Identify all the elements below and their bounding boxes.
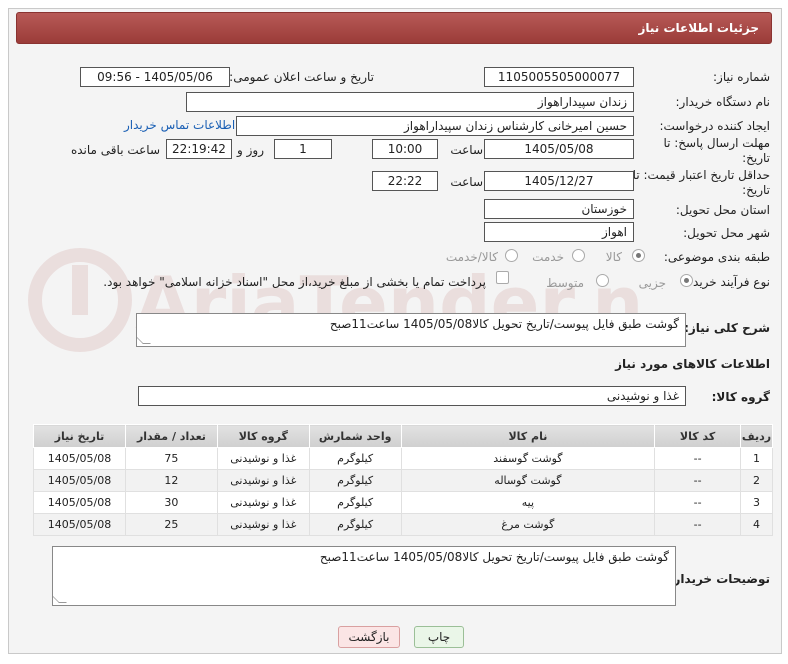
row-name: پیه <box>400 491 656 514</box>
category-option-service: خدمت <box>532 250 564 264</box>
row-date: 1405/05/08 <box>33 469 126 492</box>
page-header: جزئیات اطلاعات نیاز <box>16 12 772 44</box>
row-date: 1405/05/08 <box>33 513 126 536</box>
row-unit: کیلوگرم <box>308 491 402 514</box>
contact-buyer-link[interactable]: اطلاعات تماس خریدار <box>124 118 235 132</box>
print-button[interactable]: چاپ <box>414 626 464 648</box>
days-field: 1 <box>274 139 332 159</box>
need-number-field: 1105005505000077 <box>484 67 634 87</box>
col-group: گروه کالا <box>216 424 310 448</box>
min-valid-time-label: ساعت <box>450 175 483 189</box>
process-option-minor: جزیی <box>638 276 666 290</box>
row-qty: 12 <box>125 469 218 492</box>
buyer-notes-textarea[interactable]: گوشت طبق فایل پیوست/تاریخ تحویل کالا1405… <box>52 546 676 606</box>
row-qty: 30 <box>125 491 218 514</box>
row-unit: کیلوگرم <box>308 447 402 470</box>
row-group: غذا و نوشیدنی <box>216 447 310 470</box>
row-index: 3 <box>740 491 773 514</box>
deadline-time-label: ساعت <box>450 143 483 157</box>
goods-group-field: غذا و نوشیدنی <box>138 386 686 406</box>
deadline-time-field: 10:00 <box>372 139 438 159</box>
row-index: 1 <box>740 447 773 470</box>
goods-table: ردیف کد کالا نام کالا واحد شمارش گروه کا… <box>33 424 773 536</box>
row-group: غذا و نوشیدنی <box>216 513 310 536</box>
min-valid-date-field: 1405/12/27 <box>484 171 634 191</box>
category-radio-service[interactable] <box>572 249 585 262</box>
category-radio-goods[interactable] <box>632 249 645 262</box>
row-unit: کیلوگرم <box>308 469 402 492</box>
table-row: 1 -- گوشت گوسفند کیلوگرم غذا و نوشیدنی 75 1405… <box>33 447 773 470</box>
buyer-org-label: نام دستگاه خریدار: <box>675 95 771 109</box>
col-name: نام کالا <box>400 424 656 448</box>
city-label: شهر محل تحویل: <box>683 226 770 240</box>
general-desc-text: گوشت طبق فایل پیوست/تاریخ تحویل کالا1405… <box>329 317 679 331</box>
province-field: خوزستان <box>484 199 634 219</box>
resize-grip-icon[interactable] <box>137 336 151 344</box>
col-code: کد کالا <box>654 424 742 448</box>
deadline-date-field: 1405/05/08 <box>484 139 634 159</box>
buyer-notes-label: توضیحات خریدار: <box>668 572 770 586</box>
col-unit: واحد شمارش <box>308 424 402 448</box>
row-code: -- <box>654 447 742 470</box>
buyer-notes-text: گوشت طبق فایل پیوست/تاریخ تحویل کالا1405… <box>319 550 669 564</box>
row-code: -- <box>654 513 742 536</box>
row-index: 4 <box>740 513 773 536</box>
general-desc-label: شرح کلی نیاز: <box>684 321 770 335</box>
treasury-note: پرداخت تمام یا بخشی از مبلغ خرید،از محل … <box>103 275 486 289</box>
province-label: استان محل تحویل: <box>675 203 770 217</box>
back-button[interactable]: بازگشت <box>338 626 400 648</box>
process-radio-minor[interactable] <box>680 274 693 287</box>
deadline-label: مهلت ارسال پاسخ: تا تاریخ: <box>663 136 770 165</box>
row-qty: 75 <box>125 447 218 470</box>
buyer-org-field: زندان سپیداراهواز <box>186 92 634 112</box>
table-row: 3 -- پیه کیلوگرم غذا و نوشیدنی 30 1405/05/08 <box>33 491 773 514</box>
col-row: ردیف <box>740 424 773 448</box>
days-label: روز و <box>237 143 264 157</box>
category-option-both: کالا/خدمت <box>445 250 498 264</box>
row-name: گوشت گوسفند <box>400 447 656 470</box>
creator-field: حسین امیرخانی کارشناس زندان سپیداراهواز <box>236 116 634 136</box>
goods-group-label: گروه کالا: <box>711 390 770 404</box>
table-row: 4 -- گوشت مرغ کیلوگرم غذا و نوشیدنی 25 1405/05… <box>33 513 773 536</box>
row-code: -- <box>654 491 742 514</box>
row-group: غذا و نوشیدنی <box>216 491 310 514</box>
city-field: اهواز <box>484 222 634 242</box>
process-radio-medium[interactable] <box>596 274 609 287</box>
need-number-label: شماره نیاز: <box>713 70 770 84</box>
goods-info-title: اطلاعات کالاهای مورد نیاز <box>615 357 770 371</box>
resize-grip-icon[interactable] <box>53 595 67 603</box>
general-desc-textarea[interactable]: گوشت طبق فایل پیوست/تاریخ تحویل کالا1405… <box>136 313 686 347</box>
row-name: گوشت گوساله <box>400 469 656 492</box>
row-name: گوشت مرغ <box>400 513 656 536</box>
treasury-checkbox[interactable] <box>496 271 509 284</box>
row-date: 1405/05/08 <box>33 491 126 514</box>
remaining-time-field: 22:19:42 <box>166 139 232 159</box>
remaining-label: ساعت باقی مانده <box>70 143 160 157</box>
category-radio-both[interactable] <box>505 249 518 262</box>
row-index: 2 <box>740 469 773 492</box>
min-valid-time-field: 22:22 <box>372 171 438 191</box>
table-row: 2 -- گوشت گوساله کیلوگرم غذا و نوشیدنی 12 1405… <box>33 469 773 492</box>
row-unit: کیلوگرم <box>308 513 402 536</box>
process-option-medium: متوسط <box>546 276 584 290</box>
category-label: طبقه بندی موضوعی: <box>663 250 770 264</box>
page-title: جزئیات اطلاعات نیاز <box>638 21 759 35</box>
row-date: 1405/05/08 <box>33 447 126 470</box>
col-qty: تعداد / مقدار <box>125 424 218 448</box>
announce-label: تاریخ و ساعت اعلان عمومی: <box>229 70 374 84</box>
announce-field: 1405/05/06 - 09:56 <box>80 67 230 87</box>
row-qty: 25 <box>125 513 218 536</box>
process-label: نوع فرآیند خرید : <box>685 275 770 289</box>
col-date: تاریخ نیاز <box>33 424 126 448</box>
row-code: -- <box>654 469 742 492</box>
row-group: غذا و نوشیدنی <box>216 469 310 492</box>
min-valid-label: حداقل تاریخ اعتبار قیمت: تا تاریخ: <box>632 168 770 197</box>
category-option-goods: کالا <box>605 250 622 264</box>
creator-label: ایجاد کننده درخواست: <box>659 119 770 133</box>
